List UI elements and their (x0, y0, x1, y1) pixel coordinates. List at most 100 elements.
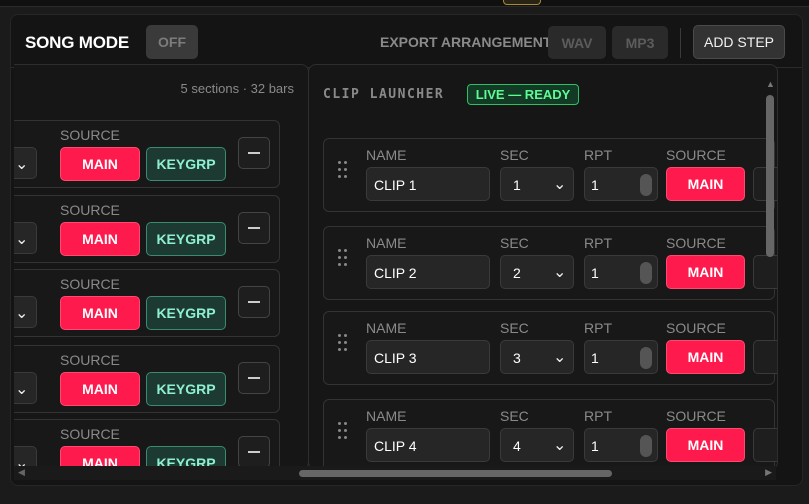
scroll-up-icon[interactable]: ▲ (766, 79, 775, 89)
clip-name-input[interactable]: CLIP 4 (366, 428, 490, 462)
section-select[interactable]: 3 ⌄ (500, 340, 574, 374)
sec-label: SEC (500, 147, 529, 163)
scroll-left-icon[interactable]: ◀ (18, 467, 25, 478)
stepper-icon[interactable] (640, 347, 652, 369)
source-label: SOURCE (666, 147, 726, 163)
clip-row: NAME SEC RPT SOURCE CLIP 1 1 ⌄ 1 MAIN (323, 138, 777, 212)
minus-icon (248, 301, 260, 303)
remove-section-button[interactable] (238, 212, 270, 244)
source-keygrp-button[interactable]: KEYGRP (146, 372, 226, 406)
minus-icon (248, 227, 260, 229)
clip-name-input[interactable]: CLIP 3 (366, 340, 490, 374)
remove-section-button[interactable] (238, 362, 270, 394)
clip-name-input[interactable]: CLIP 1 (366, 167, 490, 201)
drag-handle-icon[interactable] (338, 422, 348, 442)
sec-label: SEC (500, 320, 529, 336)
source-label: SOURCE (60, 202, 120, 218)
chevron-down-icon: ⌄ (15, 305, 29, 322)
source-label: SOURCE (666, 408, 726, 424)
source-keygrp-button[interactable]: KEYGRP (146, 147, 226, 181)
remove-section-button[interactable] (238, 286, 270, 318)
drag-handle-icon[interactable] (338, 334, 348, 354)
section-select[interactable]: 1 ⌄ (500, 167, 574, 201)
repeat-input[interactable]: 1 (584, 340, 658, 374)
section-row: ⌄ SOURCE MAIN KEYGRP (14, 269, 280, 337)
repeat-input[interactable]: 1 (584, 428, 658, 462)
status-badge: LIVE — READY (467, 84, 579, 105)
source-label: SOURCE (60, 352, 120, 368)
section-select[interactable]: ⌄ (14, 296, 37, 328)
source-keygrp-button[interactable]: KEYGRP (146, 222, 226, 256)
name-label: NAME (366, 408, 407, 424)
sections-summary: 5 sections · 32 bars (180, 81, 294, 96)
stepper-icon[interactable] (640, 174, 652, 196)
source-main-button[interactable]: MAIN (60, 147, 140, 181)
section-select[interactable]: ⌄ (14, 147, 37, 179)
source-main-button[interactable]: MAIN (666, 340, 745, 374)
export-mp3-button[interactable]: MP3 (612, 26, 668, 59)
source-main-button[interactable]: MAIN (60, 296, 140, 330)
top-strip (0, 0, 809, 7)
add-step-button[interactable]: ADD STEP (693, 25, 785, 59)
source-main-button[interactable]: MAIN (60, 222, 140, 256)
source-label: SOURCE (666, 235, 726, 251)
source-label: SOURCE (60, 276, 120, 292)
vertical-scrollbar[interactable]: ▲ (765, 79, 776, 467)
name-label: NAME (366, 320, 407, 336)
minus-icon (248, 451, 260, 453)
sections-panel: 5 sections · 32 bars ⌄ SOURCE MAIN KEYGRP ⌄ S… (14, 64, 309, 470)
repeat-input[interactable]: 1 (584, 167, 658, 201)
drag-handle-icon[interactable] (338, 161, 348, 181)
scroll-thumb[interactable] (766, 95, 774, 257)
section-value: 1 (513, 177, 521, 193)
section-value: 4 (513, 438, 521, 454)
section-select[interactable]: ⌄ (14, 222, 37, 254)
chevron-down-icon: ⌄ (553, 349, 567, 366)
source-main-button[interactable]: MAIN (60, 372, 140, 406)
section-select[interactable]: 2 ⌄ (500, 255, 574, 289)
clip-row: NAME SEC RPT SOURCE CLIP 2 2 ⌄ 1 MAIN (323, 226, 777, 300)
name-label: NAME (366, 147, 407, 163)
minus-icon (248, 377, 260, 379)
clip-row: NAME SEC RPT SOURCE CLIP 3 3 ⌄ 1 MAIN (323, 311, 777, 385)
scroll-right-icon[interactable]: ▶ (765, 467, 772, 478)
section-value: 2 (513, 265, 521, 281)
section-value: 3 (513, 350, 521, 366)
song-mode-toggle[interactable]: OFF (146, 25, 198, 59)
remove-section-button[interactable] (238, 436, 270, 468)
clip-name-input[interactable]: CLIP 2 (366, 255, 490, 289)
stepper-icon[interactable] (640, 262, 652, 284)
chevron-down-icon: ⌄ (15, 231, 29, 248)
section-select[interactable]: 4 ⌄ (500, 428, 574, 462)
chevron-down-icon: ⌄ (553, 264, 567, 281)
export-label: EXPORT ARRANGEMENT (380, 34, 552, 50)
section-row: ⌄ SOURCE MAIN KEYGRP (14, 419, 280, 469)
remove-section-button[interactable] (238, 137, 270, 169)
header: SONG MODE OFF EXPORT ARRANGEMENT WAV MP3… (11, 15, 802, 67)
stepper-icon[interactable] (640, 435, 652, 457)
source-main-button[interactable]: MAIN (666, 428, 745, 462)
source-main-button[interactable]: MAIN (666, 167, 745, 201)
name-label: NAME (366, 235, 407, 251)
section-row: ⌄ SOURCE MAIN KEYGRP (14, 345, 280, 413)
chevron-down-icon: ⌄ (553, 176, 567, 193)
repeat-input[interactable]: 1 (584, 255, 658, 289)
source-main-button[interactable]: MAIN (666, 255, 745, 289)
source-label: SOURCE (60, 426, 120, 442)
source-label: SOURCE (666, 320, 726, 336)
scroll-thumb[interactable] (299, 470, 612, 477)
minus-icon (248, 152, 260, 154)
section-select[interactable]: ⌄ (14, 372, 37, 404)
top-tab[interactable] (503, 0, 541, 5)
sec-label: SEC (500, 235, 529, 251)
source-keygrp-button[interactable]: KEYGRP (146, 296, 226, 330)
horizontal-scrollbar[interactable]: ◀ ▶ (14, 466, 776, 480)
page-title: SONG MODE (25, 33, 129, 52)
drag-handle-icon[interactable] (338, 249, 348, 269)
repeat-value: 1 (591, 438, 599, 454)
export-wav-button[interactable]: WAV (548, 26, 606, 59)
repeat-value: 1 (591, 177, 599, 193)
rpt-label: RPT (584, 147, 612, 163)
chevron-down-icon: ⌄ (15, 156, 29, 173)
source-label: SOURCE (60, 127, 120, 143)
